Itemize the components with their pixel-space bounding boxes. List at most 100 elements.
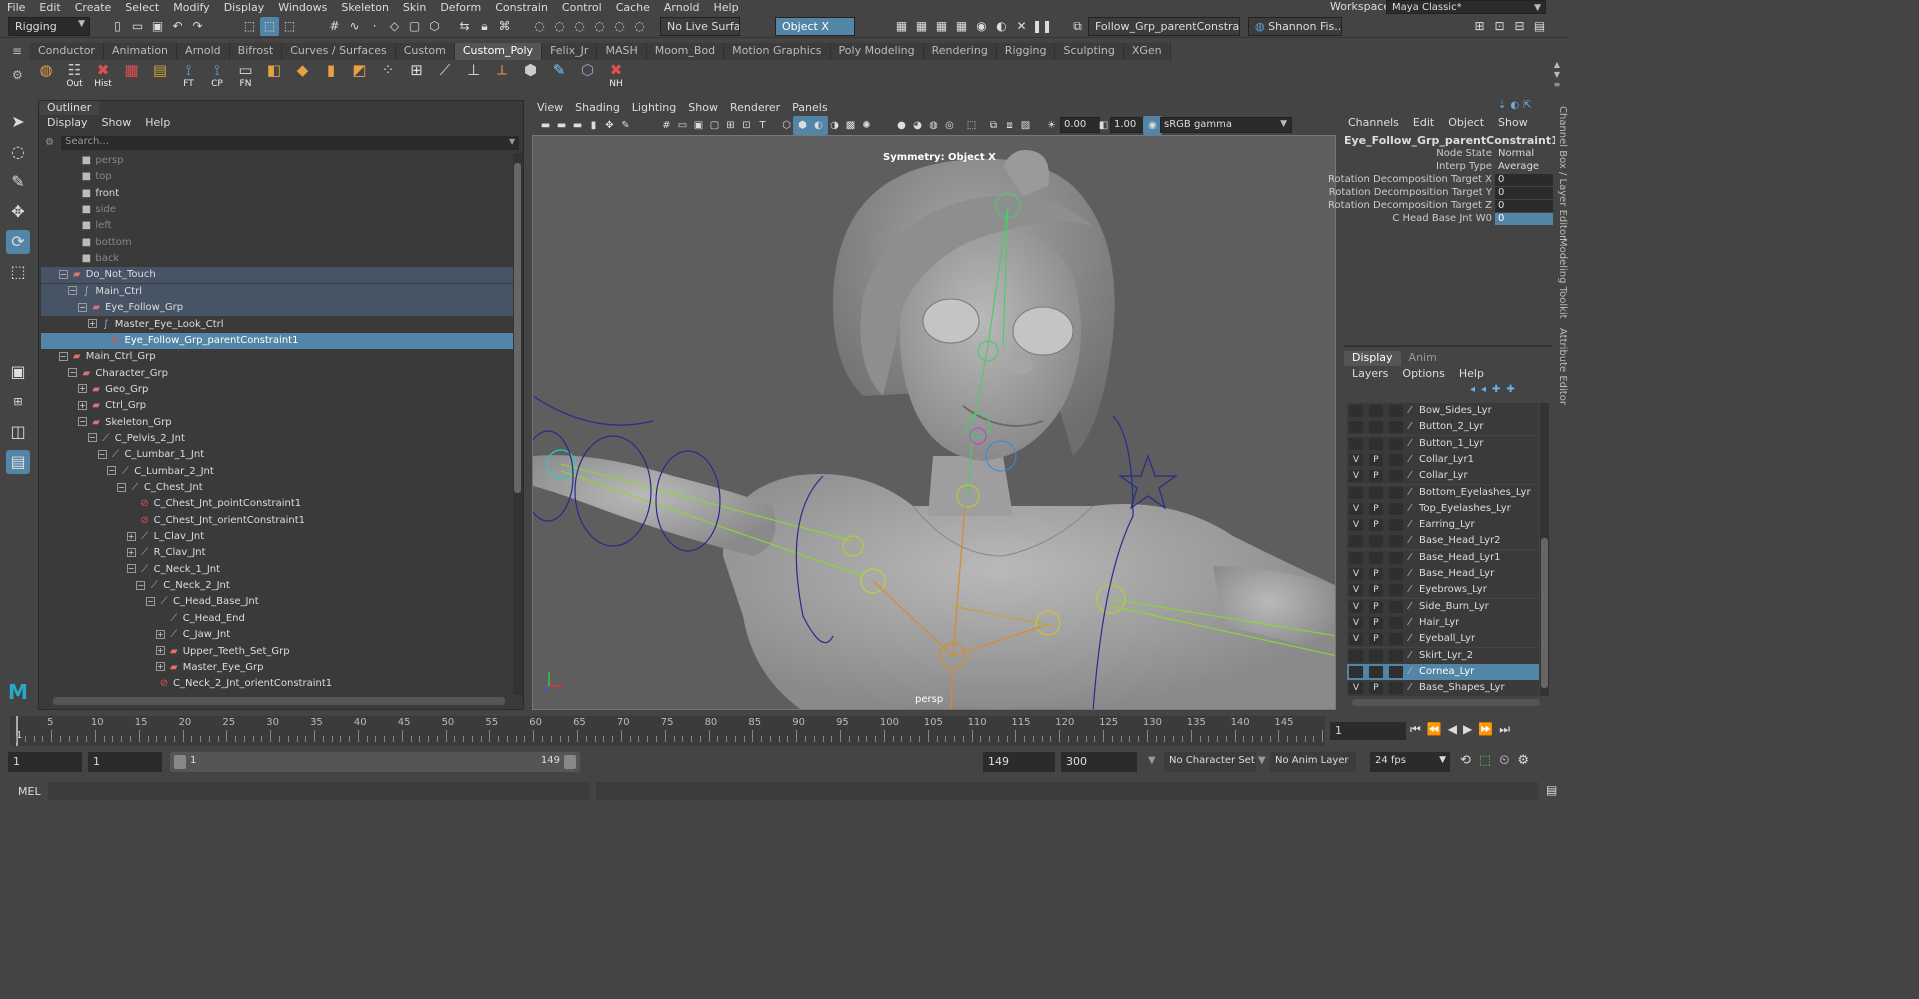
viewport-3d[interactable]: Symmetry: Object X persp [532, 135, 1336, 710]
open-scene-icon[interactable]: ▭ [128, 17, 147, 36]
expand-icon[interactable]: + [126, 531, 136, 541]
menu-arnold[interactable]: Arnold [657, 1, 707, 14]
channel-value[interactable]: Normal [1495, 148, 1553, 160]
search-options-icon[interactable]: ⚙ [45, 137, 57, 149]
layer-visibility-toggle[interactable]: V [1349, 502, 1363, 515]
menu-help[interactable]: Help [707, 1, 746, 14]
channel-value[interactable]: 0 [1495, 174, 1553, 186]
outliner-row[interactable]: ■ left [41, 218, 513, 234]
layer-visibility-toggle[interactable] [1349, 421, 1363, 434]
side-tab-channel-box[interactable]: Channel Box / Layer Editor [1557, 106, 1568, 239]
shelf-button-sphere[interactable]: ◍ [34, 62, 58, 88]
save-scene-icon[interactable]: ▣ [148, 17, 167, 36]
layer-color-swatch[interactable] [1389, 584, 1403, 597]
tool-settings-icon[interactable]: ⊟ [1510, 17, 1529, 36]
layer-playback-toggle[interactable] [1369, 421, 1383, 434]
xray-active-icon[interactable]: ▨ [1016, 116, 1035, 135]
preferences-icon[interactable]: ⚙ [1517, 753, 1529, 771]
layer-color-swatch[interactable] [1389, 437, 1403, 450]
layer-playback-toggle[interactable]: P [1369, 453, 1383, 466]
input-output-icon[interactable]: ⇆ [455, 17, 474, 36]
outliner-row[interactable]: − ▰ Do_Not_Touch [41, 267, 513, 284]
redo-icon[interactable]: ↷ [188, 17, 207, 36]
layer-playback-toggle[interactable] [1369, 405, 1383, 417]
collapse-icon[interactable]: − [58, 269, 68, 279]
render-settings-icon[interactable]: ◌ [570, 17, 589, 36]
shelf-settings-icon[interactable]: ⚙ [12, 68, 26, 82]
outliner-row[interactable]: ■ bottom [41, 235, 513, 251]
layer-playback-toggle[interactable] [1369, 486, 1383, 499]
menuset-select[interactable]: Rigging ▼ [8, 17, 90, 36]
menu-control[interactable]: Control [555, 1, 609, 14]
select-tool-icon[interactable]: ➤ [6, 110, 30, 134]
outliner-row[interactable]: − ▰ Character_Grp [41, 366, 513, 382]
outliner-row[interactable]: + ▰ Master_Eye_Grp [41, 660, 513, 676]
layer-row[interactable]: V P ⁄ Base_Shapes_Lyr [1347, 680, 1539, 697]
viewport-menu-panels[interactable]: Panels [792, 100, 827, 116]
layer-scrollbar[interactable] [1540, 403, 1549, 696]
expand-icon[interactable]: + [87, 319, 97, 328]
layer-color-swatch[interactable] [1389, 616, 1403, 629]
collapse-icon[interactable]: − [126, 564, 136, 574]
shelf-button-paint[interactable]: ✎ [547, 62, 571, 88]
script-editor-icon[interactable]: ▤ [1546, 783, 1560, 797]
layer-color-swatch[interactable] [1389, 519, 1403, 532]
layer-row[interactable]: V P ⁄ Base_Head_Lyr [1347, 566, 1539, 582]
layer-menu-layers[interactable]: Layers [1352, 367, 1388, 381]
layer-visibility-toggle[interactable]: V [1349, 584, 1363, 597]
layer-row[interactable]: ⁄ Bow_Sides_Lyr [1347, 403, 1539, 419]
layer-row[interactable]: ⁄ Button_1_Lyr [1347, 435, 1539, 452]
outliner-row[interactable]: ■ side [41, 202, 513, 218]
outliner-scrollbar[interactable] [513, 153, 523, 695]
outliner-row[interactable]: − ⟋ C_Head_Base_Jnt [41, 594, 513, 610]
outliner-row[interactable]: ■ top [41, 169, 513, 185]
command-input[interactable] [48, 782, 590, 800]
shelf-button-cube-split[interactable]: ◧ [262, 62, 286, 88]
layer-visibility-toggle[interactable]: V [1349, 616, 1363, 629]
shelf-scroll[interactable]: ▲ ▼ ≡ [1550, 60, 1564, 92]
current-frame-field[interactable]: 1 [1330, 722, 1406, 740]
fps-select[interactable]: 24 fps ▼ [1370, 752, 1450, 772]
shelf-button-history[interactable]: ✖ Hist [91, 62, 115, 90]
collapse-icon[interactable]: − [116, 482, 126, 492]
collapse-icon[interactable]: − [68, 368, 78, 378]
viewport-menu-show[interactable]: Show [688, 100, 718, 116]
shelf-menu-icon[interactable]: ≡ [12, 44, 26, 58]
layer-row[interactable]: V P ⁄ Collar_Lyr [1347, 468, 1539, 485]
channel-row[interactable]: Rotation Decomposition Target Y0 [1329, 187, 1553, 200]
single-view-icon[interactable]: ▣ [6, 360, 30, 384]
layer-playback-toggle[interactable] [1369, 665, 1383, 678]
two-view-icon[interactable]: ◫ [6, 420, 30, 444]
menu-file[interactable]: File [0, 1, 32, 14]
go-to-start-icon[interactable]: ⏮ [1410, 722, 1421, 740]
shelf-tab-sculpting[interactable]: Sculpting [1055, 43, 1124, 60]
layer-row[interactable]: V P ⁄ Eyeball_Lyr [1347, 631, 1539, 648]
outliner-row[interactable]: − ⟋ C_Neck_2_Jnt [41, 578, 513, 594]
shelf-button-uv-editor[interactable]: ▤ [148, 62, 172, 88]
layer-playback-toggle[interactable] [1369, 535, 1383, 548]
layer-visibility-toggle[interactable] [1349, 551, 1363, 564]
layer-visibility-toggle[interactable]: V [1349, 633, 1363, 646]
layer-playback-toggle[interactable]: P [1369, 568, 1383, 580]
outliner-row[interactable]: + ▰ Upper_Teeth_Set_Grp [41, 644, 513, 660]
menu-modify[interactable]: Modify [166, 1, 216, 14]
layer-visibility-toggle[interactable]: V [1349, 568, 1363, 580]
exposure-icon[interactable]: ☀ [1042, 116, 1061, 135]
shelf-button-knife[interactable]: ⟋ [433, 62, 457, 88]
layer-visibility-toggle[interactable]: V [1349, 519, 1363, 532]
outliner-row[interactable]: − ⟋ C_Pelvis_2_Jnt [41, 431, 513, 447]
channel-value[interactable]: 0 [1495, 187, 1553, 199]
menu-skeleton[interactable]: Skeleton [334, 1, 396, 14]
layer-row[interactable]: V P ⁄ Eyebrows_Lyr [1347, 582, 1539, 599]
layer-hscrollbar[interactable] [1352, 699, 1540, 706]
outliner-row[interactable]: ⊘ C_Chest_Jnt_pointConstraint1 [41, 496, 513, 512]
select-hierarchy-icon[interactable]: ⬚ [240, 17, 259, 36]
render-view-icon[interactable]: ◌ [610, 17, 629, 36]
menu-select[interactable]: Select [118, 1, 166, 14]
four-view-icon[interactable]: ⊞ [6, 390, 30, 414]
side-tab-modeling-toolkit[interactable]: Modeling Toolkit [1557, 238, 1568, 319]
scale-tool-icon[interactable]: ⬚ [6, 260, 30, 284]
lasso-tool-icon[interactable]: ◌ [6, 140, 30, 164]
keyframe-icon[interactable]: ⬚ [1479, 753, 1491, 771]
outliner-row[interactable]: ⊘ C_Chest_Jnt_orientConstraint1 [41, 513, 513, 529]
